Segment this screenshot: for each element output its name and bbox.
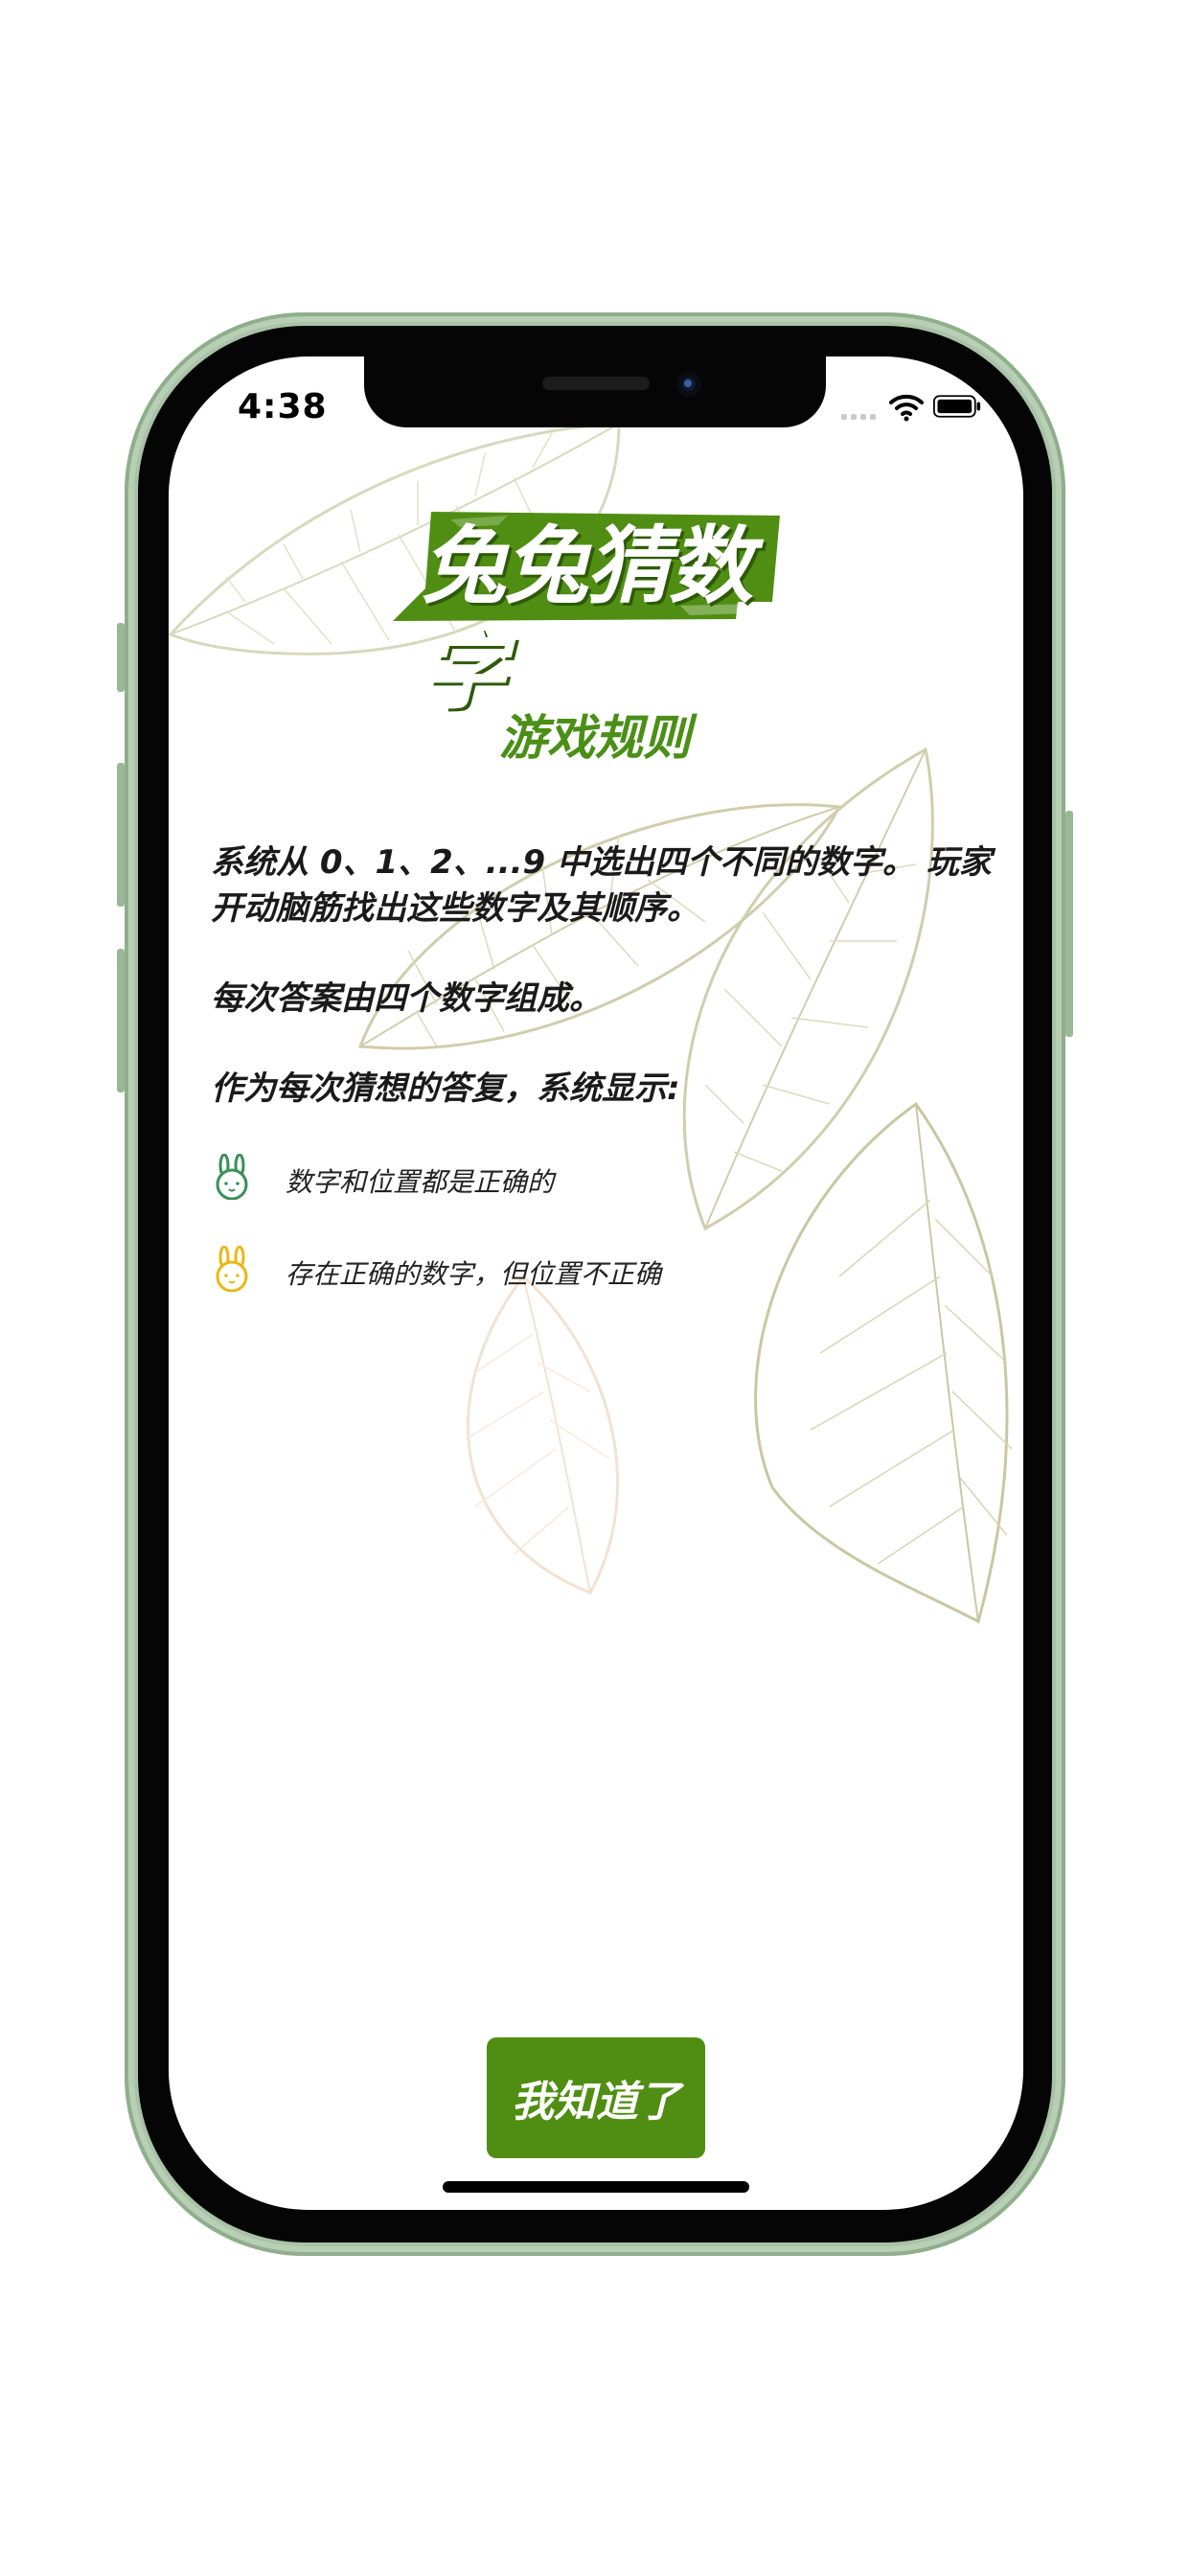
earpiece-speaker <box>542 377 650 390</box>
got-it-button[interactable]: 我知道了 <box>487 2037 705 2158</box>
rule-paragraph-1: 系统从 0、1、2、...9 中选出四个不同的数字。 玩家开动脑筋找出这些数字及… <box>211 843 992 928</box>
legend-correct-position-text: 数字和位置都是正确的 <box>286 1166 555 1198</box>
side-button-volume-up <box>117 763 125 907</box>
yellow-rabbit-icon <box>216 1246 248 1292</box>
home-indicator[interactable] <box>443 2181 749 2193</box>
side-button-power <box>1065 811 1073 1037</box>
status-time: 4:38 <box>238 387 328 426</box>
leaf-decoration-4 <box>465 1274 619 1595</box>
wifi-icon <box>889 394 924 422</box>
rule-paragraph-3: 作为每次猜想的答复，系统显示: <box>211 1070 680 1108</box>
side-button-mute <box>117 623 125 692</box>
cellular-signal-icon <box>841 414 876 420</box>
notch <box>364 355 826 427</box>
app-title: 兔兔猜数字 <box>422 517 753 721</box>
side-button-volume-down <box>117 949 125 1092</box>
rules-heading: 游戏规则 <box>499 710 691 766</box>
leaf-decoration-3 <box>754 1101 1013 1624</box>
legend-wrong-position-text: 存在正确的数字，但位置不正确 <box>286 1258 662 1290</box>
green-rabbit-icon <box>216 1154 248 1200</box>
rule-paragraph-2: 每次答案由四个数字组成。 <box>211 979 602 1018</box>
front-camera <box>676 372 701 397</box>
battery-icon <box>933 395 981 418</box>
